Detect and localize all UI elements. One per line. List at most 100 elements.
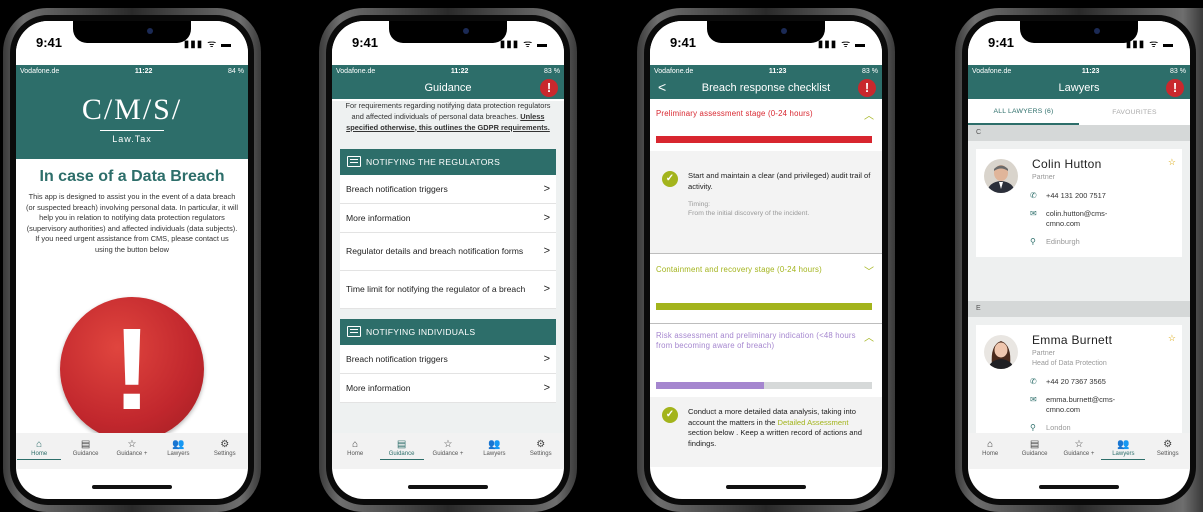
home-indicator[interactable] (408, 485, 488, 489)
lawyer-card[interactable]: Emma Burnett Partner Head of Data Protec… (976, 325, 1182, 441)
tab-guidance-plus[interactable]: ☆ Guidance + (426, 439, 470, 457)
ios-time: 9:41 (670, 35, 697, 50)
checklist-item[interactable]: ✓ Start and maintain a clear (and privil… (662, 171, 872, 218)
menu-item-breach-triggers[interactable]: Breach notification triggers > (340, 175, 556, 204)
tab-home[interactable]: ⌂ Home (333, 439, 377, 457)
stage-risk-assessment[interactable]: Risk assessment and preliminary indicati… (656, 331, 858, 351)
menu-item-regulator-details[interactable]: Regulator details and breach notificatio… (340, 233, 556, 271)
stage-containment-recovery[interactable]: Containment and recovery stage (0-24 hou… (656, 265, 858, 275)
tab-guidance[interactable]: ▤ Guidance (379, 439, 424, 460)
checklist-item[interactable]: ✓ Conduct a more detailed data analysis,… (662, 407, 872, 449)
app-header: Lawyers ! (968, 77, 1190, 99)
stage-preliminary-assessment[interactable]: Preliminary assessment stage (0-24 hours… (656, 109, 858, 119)
chevron-right-icon: > (543, 245, 550, 257)
tab-home[interactable]: ⌂ Home (968, 439, 1012, 457)
tab-label: Guidance (388, 451, 415, 457)
android-status-bar: Vodafone.de 11:22 84 % (16, 65, 248, 77)
ios-time: 9:41 (36, 35, 63, 50)
header-title: Guidance (424, 82, 472, 94)
tab-settings[interactable]: ⚙ Settings (1146, 439, 1190, 457)
carrier-label: Vodafone.de (972, 67, 1012, 75)
lawyer-tabs: ALL LAWYERS (6) FAVOURITES (968, 99, 1190, 125)
tab-guidance-plus[interactable]: ☆ Guidance + (1057, 439, 1101, 457)
chevron-right-icon: > (543, 381, 550, 394)
menu-item-label: More information (346, 382, 411, 393)
location-pin-icon: ⚲ (1030, 237, 1036, 246)
tab-label: Home (982, 451, 999, 457)
tab-lawyers[interactable]: 👥 Lawyers (472, 439, 516, 457)
app-header: Guidance ! (332, 77, 564, 99)
screen-lawyers: 9:41 ▮▮▮ ᯤ ▬ Vodafone.de 11:23 83 % Lawy… (968, 21, 1190, 499)
lawyer-name: Colin Hutton (1032, 157, 1102, 171)
emergency-alert-button[interactable]: ! (60, 297, 204, 441)
chevron-up-icon[interactable]: ︿ (864, 329, 874, 344)
home-icon: ⌂ (987, 439, 994, 450)
phone-checklist: 9:41 ▮▮▮ ᯤ ▬ Vodafone.de 11:23 83 % < Br… (637, 8, 895, 512)
tab-guidance[interactable]: ▤ Guidance (64, 439, 108, 457)
tab-settings[interactable]: ⚙ Settings (203, 439, 247, 457)
lawyer-phone: +44 131 200 7517 (1046, 191, 1106, 200)
section-title: NOTIFYING THE REGULATORS (366, 157, 501, 167)
chevron-right-icon: > (543, 211, 550, 224)
phone-line[interactable]: ✆ +44 131 200 7517 (1030, 191, 1106, 201)
lawyer-name: Emma Burnett (1032, 333, 1113, 347)
divider (650, 253, 882, 254)
screen-checklist: 9:41 ▮▮▮ ᯤ ▬ Vodafone.de 11:23 83 % < Br… (650, 21, 882, 499)
chevron-down-icon[interactable]: ﹀ (864, 263, 874, 278)
tab-guidance-plus[interactable]: ☆ Guidance + (110, 439, 154, 457)
menu-item-more-information[interactable]: More information > (340, 204, 556, 233)
home-indicator[interactable] (92, 485, 172, 489)
home-indicator[interactable] (1039, 485, 1119, 489)
alert-button[interactable]: ! (1166, 79, 1184, 97)
guidance-intro: For requirements regarding notifying dat… (342, 101, 554, 133)
tab-lawyers[interactable]: 👥 Lawyers (1101, 439, 1146, 460)
phone-line[interactable]: ✆ +44 20 7367 3565 (1030, 377, 1106, 387)
phone-guidance: 9:41 ▮▮▮ ᯤ ▬ Vodafone.de 11:22 83 % Guid… (319, 8, 577, 512)
detailed-assessment-link[interactable]: Detailed Assessment (778, 418, 849, 427)
logo-divider (100, 129, 164, 131)
email-line[interactable]: ✉ emma.burnett@cms-cmno.com (1030, 395, 1138, 415)
progress-bar-stage3 (656, 382, 872, 389)
group-header: C (968, 125, 1190, 141)
menu-item-more-information[interactable]: More information > (340, 374, 556, 403)
lawyer-location: Edinburgh (1046, 237, 1080, 246)
section-title: NOTIFYING INDIVIDUALS (366, 327, 476, 337)
camera-icon (781, 28, 787, 34)
favourite-star-icon[interactable]: ☆ (1168, 157, 1176, 168)
home-icon: ⌂ (352, 439, 359, 450)
ios-status-icons: ▮▮▮ ᯤ ▬ (183, 39, 232, 50)
back-arrow-icon[interactable]: < (658, 79, 666, 95)
alert-button[interactable]: ! (858, 79, 876, 97)
phone-bezel: 9:41 ▮▮▮ ᯤ ▬ Vodafone.de 11:23 83 % Lawy… (962, 15, 1196, 505)
star-icon: ☆ (443, 439, 453, 450)
tab-favourites[interactable]: FAVOURITES (1079, 99, 1190, 125)
favourite-star-icon[interactable]: ☆ (1168, 333, 1176, 344)
email-line[interactable]: ✉ colin.hutton@cms-cmno.com (1030, 209, 1138, 229)
menu-item-breach-triggers[interactable]: Breach notification triggers > (340, 345, 556, 374)
screen-home: 9:41 ▮▮▮ ᯤ ▬ Vodafone.de 11:22 84 % C/M/… (16, 21, 248, 499)
tab-settings[interactable]: ⚙ Settings (519, 439, 563, 457)
progress-bar-stage1 (656, 136, 872, 143)
lawyer-card[interactable]: Colin Hutton Partner ☆ ✆ +44 131 200 7517… (976, 149, 1182, 257)
timing-value: From the initial discovery of the incide… (688, 210, 810, 217)
home-indicator[interactable] (726, 485, 806, 489)
menu-item-label: Breach notification triggers (346, 353, 448, 364)
battery-label: 83 % (544, 67, 560, 75)
alert-button[interactable]: ! (540, 79, 558, 97)
progress-fill (656, 382, 764, 389)
people-icon: 👥 (488, 439, 501, 450)
tab-guidance[interactable]: ▤ Guidance (1013, 439, 1057, 457)
tab-all-lawyers[interactable]: ALL LAWYERS (6) (968, 99, 1079, 125)
phone-home: 9:41 ▮▮▮ ᯤ ▬ Vodafone.de 11:22 84 % C/M/… (3, 8, 261, 512)
phone-bezel: 9:41 ▮▮▮ ᯤ ▬ Vodafone.de 11:22 84 % C/M/… (10, 15, 254, 505)
tab-label: Settings (529, 451, 552, 457)
chevron-up-icon[interactable]: ︿ (864, 107, 874, 122)
tab-lawyers[interactable]: 👥 Lawyers (156, 439, 200, 457)
check-circle-icon: ✓ (662, 171, 678, 187)
notch (707, 21, 825, 43)
gear-icon: ⚙ (1163, 439, 1173, 450)
tab-home[interactable]: ⌂ Home (17, 439, 62, 460)
carrier-label: Vodafone.de (654, 67, 694, 75)
menu-item-time-limit[interactable]: Time limit for notifying the regulator o… (340, 271, 556, 309)
tab-label: Home (31, 451, 48, 457)
